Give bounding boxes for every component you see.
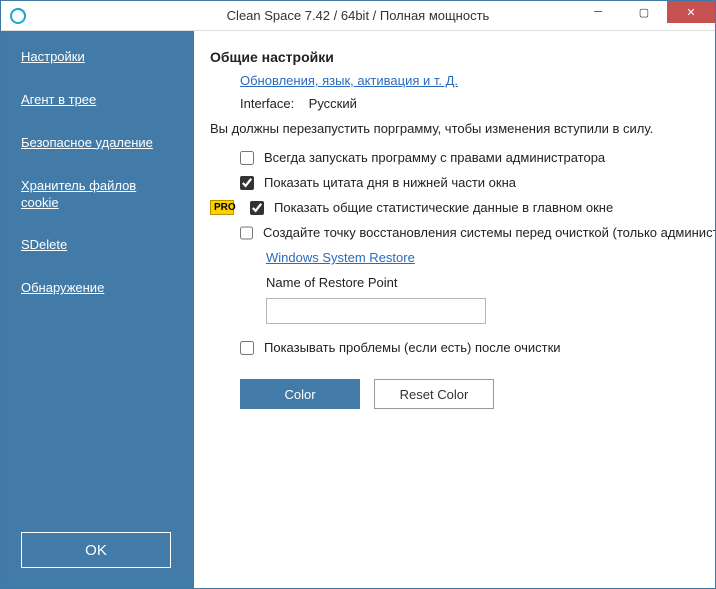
minimize-button[interactable]: ─ [575, 1, 621, 23]
interface-value: Русский [309, 96, 357, 111]
checkbox-show-problems[interactable] [240, 341, 254, 355]
sidebar-item-tray-agent[interactable]: Агент в трее [1, 92, 194, 109]
updates-link[interactable]: Обновления, язык, активация и т. Д. [240, 73, 458, 88]
close-button[interactable]: ✕ [667, 1, 715, 23]
window-controls: ─ ▢ ✕ [575, 1, 715, 30]
sidebar: Настройки Агент в трее Безопасное удален… [1, 31, 194, 588]
interface-label: Interface: [240, 96, 294, 111]
restart-note: Вы должны перезапустить порграмму, чтобы… [210, 121, 705, 136]
sidebar-item-cookie-keeper[interactable]: Хранитель файлов cookie [1, 178, 194, 212]
color-button[interactable]: Color [240, 379, 360, 409]
label-run-as-admin: Всегда запускать программу с правами адм… [264, 150, 605, 165]
checkbox-show-stats[interactable] [250, 201, 264, 215]
content-area: Общие настройки Обновления, язык, актива… [194, 31, 715, 588]
label-show-stats: Показать общие статистические данные в г… [274, 200, 613, 215]
windows-system-restore-link[interactable]: Windows System Restore [266, 250, 415, 265]
sidebar-item-secure-delete[interactable]: Безопасное удаление [1, 135, 194, 152]
app-icon [7, 5, 29, 27]
checkbox-quote-of-day[interactable] [240, 176, 254, 190]
pro-badge: PRO [210, 200, 234, 215]
label-quote-of-day: Показать цитата дня в нижней части окна [264, 175, 516, 190]
checkbox-create-restore-point[interactable] [240, 226, 253, 240]
sidebar-item-detection[interactable]: Обнаружение [1, 280, 194, 297]
titlebar: Clean Space 7.42 / 64bit / Полная мощнос… [1, 1, 715, 31]
label-show-problems: Показывать проблемы (если есть) после оч… [264, 340, 561, 355]
maximize-button[interactable]: ▢ [621, 1, 667, 23]
checkbox-run-as-admin[interactable] [240, 151, 254, 165]
restore-point-name-label: Name of Restore Point [266, 275, 705, 290]
section-heading: Общие настройки [210, 49, 705, 65]
ok-button[interactable]: OK [21, 532, 171, 568]
sidebar-item-sdelete[interactable]: SDelete [1, 237, 194, 254]
reset-color-button[interactable]: Reset Color [374, 379, 494, 409]
sidebar-item-settings[interactable]: Настройки [1, 49, 194, 66]
label-create-restore-point: Создайте точку восстановления системы пе… [263, 225, 715, 240]
restore-point-name-input[interactable] [266, 298, 486, 324]
